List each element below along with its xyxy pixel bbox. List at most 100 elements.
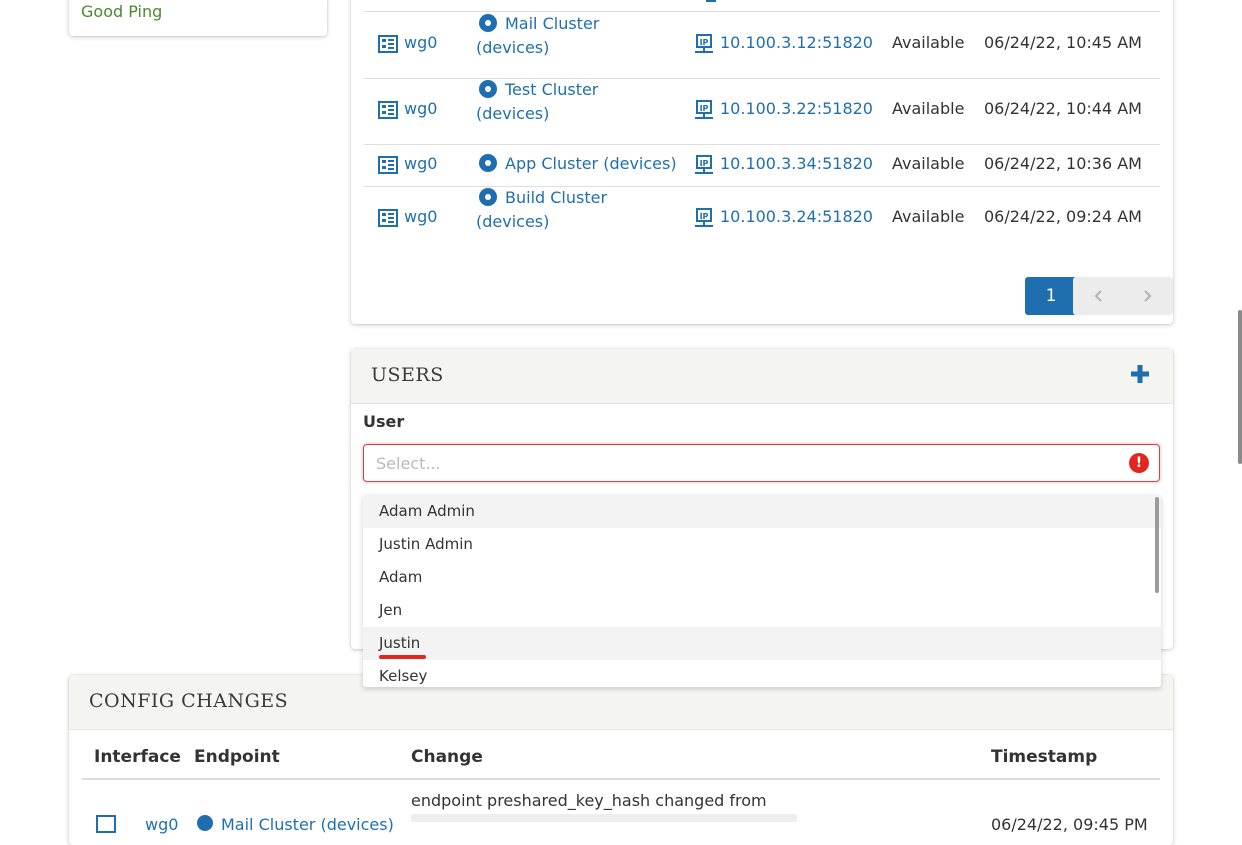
address-link[interactable]: IP 10.100.3.24:51820 [694, 207, 873, 228]
interface-link[interactable]: wg0 [378, 207, 437, 227]
option-label: Justin [379, 634, 421, 652]
table-row: wg0 Test Cluster (devices) IP 10.100.3.22… [364, 78, 1160, 145]
address-link[interactable]: IP 10.100.3.12:51820 [694, 33, 873, 54]
endpoint-link[interactable]: Mail Cluster (devices) [476, 12, 676, 60]
address-value: 10.100.3.22:51820 [720, 99, 873, 118]
network-interface-icon [378, 208, 398, 227]
annotation-underline [379, 655, 426, 659]
option-label: Jen [379, 601, 403, 619]
header-divider [82, 778, 1160, 780]
table-row-partial [364, 0, 1160, 12]
interface-link[interactable]: wg0 [145, 815, 178, 834]
prev-page-button[interactable] [1073, 277, 1125, 315]
change-value-code [411, 814, 797, 822]
status-text: Available [892, 33, 965, 52]
interface-name: wg0 [404, 99, 438, 118]
option-label: Adam [379, 568, 423, 586]
user-option-justin-admin[interactable]: Justin Admin [363, 528, 1161, 561]
user-option-adam-admin[interactable]: Adam Admin [363, 495, 1161, 528]
user-option-adam[interactable]: Adam [363, 561, 1161, 594]
user-option-jen[interactable]: Jen [363, 594, 1161, 627]
interface-link[interactable]: wg0 [378, 154, 437, 174]
chevron-left-icon [1094, 290, 1102, 302]
status-text: Available [892, 99, 965, 118]
endpoint-name-suffix: (devices) [476, 38, 550, 57]
ip-address-icon: IP [695, 33, 713, 53]
endpoint-link[interactable]: Mail Cluster (devices) [221, 815, 394, 834]
endpoint-link[interactable]: Build Cluster (devices) [476, 186, 676, 234]
sidebar-card: Good Ping [69, 0, 327, 36]
user-option-kelsey[interactable]: Kelsey [363, 660, 1161, 687]
timestamp-text: 06/24/22, 10:36 AM [984, 154, 1142, 173]
endpoint-name: App Cluster (devices) [505, 154, 677, 173]
interface-name: wg0 [404, 207, 438, 226]
interface-name: wg0 [404, 33, 438, 52]
status-text: Available [892, 207, 965, 226]
ip-address-icon: IP [695, 99, 713, 119]
endpoint-link[interactable]: Test Cluster (devices) [476, 78, 676, 126]
interface-link[interactable]: wg0 [378, 33, 437, 53]
users-header: USERS [351, 349, 1173, 404]
endpoint-link[interactable]: App Cluster (devices) [476, 152, 696, 176]
endpoint-name: Build Cluster [505, 188, 608, 207]
next-page-button[interactable] [1121, 277, 1173, 315]
option-label: Adam Admin [379, 502, 475, 520]
network-interface-icon [378, 155, 398, 174]
column-header-change[interactable]: Change [411, 747, 483, 767]
endpoint-icon [479, 14, 497, 32]
column-header-interface[interactable]: Interface [94, 747, 181, 767]
svg-text:IP: IP [700, 212, 709, 221]
address-link[interactable]: IP 10.100.3.22:51820 [694, 99, 873, 120]
ip-address-icon: IP [695, 207, 713, 227]
ip-address-icon: IP [695, 154, 713, 174]
endpoint-icon [197, 815, 213, 831]
interface-name: wg0 [404, 154, 438, 173]
change-text: endpoint preshared_key_hash changed from [411, 791, 767, 810]
devices-table-card: wg0 Mail Cluster (devices) IP 10.100.3.12… [351, 0, 1173, 324]
address-icon-partial [706, 0, 716, 2]
address-value: 10.100.3.34:51820 [720, 154, 873, 173]
address-value: 10.100.3.12:51820 [720, 33, 873, 52]
interface-link[interactable]: wg0 [378, 99, 437, 119]
network-interface-icon [378, 100, 398, 119]
good-ping-label: Good Ping [81, 2, 163, 21]
error-icon: ! [1129, 453, 1149, 473]
endpoint-icon [479, 188, 497, 206]
network-interface-icon [96, 815, 116, 833]
config-changes-title: CONFIG CHANGES [89, 690, 289, 712]
user-field-label: User [363, 412, 405, 431]
user-option-justin[interactable]: Justin [363, 627, 1161, 660]
network-interface-icon [378, 34, 398, 53]
endpoint-name-suffix: (devices) [476, 104, 550, 123]
svg-text:IP: IP [700, 38, 709, 47]
timestamp-text: 06/24/22, 09:45 PM [991, 815, 1148, 834]
page-scrollbar[interactable] [1238, 310, 1242, 464]
address-link[interactable]: IP 10.100.3.34:51820 [694, 154, 873, 175]
svg-text:IP: IP [700, 159, 709, 168]
table-row: wg0 Mail Cluster (devices) IP 10.100.3.12… [364, 12, 1160, 79]
table-row: wg0 Build Cluster (devices) IP 10.100.3.2… [364, 186, 1160, 252]
timestamp-text: 06/24/22, 10:44 AM [984, 99, 1142, 118]
status-text: Available [892, 154, 965, 173]
chevron-right-icon [1144, 290, 1152, 302]
option-label: Kelsey [379, 667, 428, 685]
config-changes-card: CONFIG CHANGES Interface Endpoint Change… [69, 675, 1173, 845]
endpoint-icon [479, 154, 497, 172]
users-title: USERS [371, 364, 444, 386]
timestamp-text: 06/24/22, 10:45 AM [984, 33, 1142, 52]
endpoint-name-suffix: (devices) [476, 212, 550, 231]
column-header-endpoint[interactable]: Endpoint [194, 747, 280, 767]
address-value: 10.100.3.24:51820 [720, 207, 873, 226]
user-select-placeholder: Select... [376, 454, 441, 473]
dropdown-scrollbar[interactable] [1155, 497, 1159, 593]
users-card: USERS User Select... ! Adam Admin Justin… [351, 349, 1173, 687]
endpoint-name: Test Cluster [505, 80, 599, 99]
svg-text:IP: IP [700, 104, 709, 113]
user-select[interactable]: Select... ! [363, 444, 1160, 482]
endpoint-icon [479, 80, 497, 98]
page-1-button[interactable]: 1 [1025, 277, 1077, 315]
timestamp-text: 06/24/22, 09:24 AM [984, 207, 1142, 226]
column-header-timestamp[interactable]: Timestamp [991, 747, 1097, 767]
table-row: wg0 App Cluster (devices) IP 10.100.3.34:… [364, 144, 1160, 187]
plus-icon[interactable] [1129, 363, 1151, 385]
